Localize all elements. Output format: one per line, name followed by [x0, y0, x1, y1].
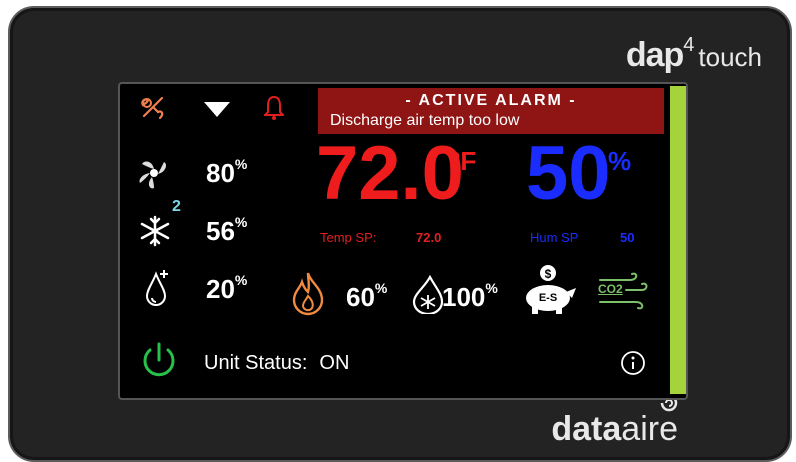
dehum-unit: %: [485, 280, 498, 296]
brand-maker-light: aire: [621, 410, 678, 448]
svg-text:$: $: [545, 267, 552, 281]
power-icon[interactable]: [138, 340, 180, 382]
fan-value: 80: [206, 158, 235, 188]
cooling-value: 56: [206, 216, 235, 246]
unit-status-label: Unit Status:: [204, 352, 308, 374]
fan-icon[interactable]: [136, 156, 172, 190]
temperature-value[interactable]: 72.0: [316, 136, 464, 212]
humidifier-unit: %: [234, 272, 248, 288]
brand-maker-bold: data: [551, 410, 622, 448]
temp-sp-label: Temp SP:: [320, 230, 377, 245]
brand-dap: dap: [625, 36, 684, 74]
alarm-title: - ACTIVE ALARM -: [405, 92, 577, 109]
dataaire-brand: dataaire: [551, 412, 678, 446]
humidifier-drop-icon[interactable]: [144, 268, 172, 308]
co2-wind-icon[interactable]: CO2: [596, 272, 648, 310]
cooling-stage: 2: [172, 198, 181, 215]
humidity-value[interactable]: 50: [526, 136, 611, 212]
dap4-touch-logo: dap4 touch: [625, 34, 762, 75]
alarm-bell-icon[interactable]: [264, 94, 284, 122]
dropdown-arrow-icon[interactable]: [204, 102, 230, 118]
status-bar-green: [670, 86, 686, 394]
temperature-unit: °F: [450, 146, 477, 176]
temp-sp-value[interactable]: 72.0: [416, 230, 441, 245]
touch-screen: - ACTIVE ALARM - Discharge air temp too …: [118, 82, 688, 400]
brand-version: 4: [683, 34, 695, 56]
hum-sp-label: Hum SP: [530, 230, 579, 245]
snowflake-icon[interactable]: [138, 214, 172, 248]
cooling-unit: %: [234, 214, 248, 230]
heat-value: 60: [346, 282, 375, 312]
humidifier-value-wrap: 20%: [206, 272, 248, 305]
economizer-piggy-icon[interactable]: $ E-S: [522, 264, 578, 316]
dehum-value: 100: [442, 282, 486, 312]
info-icon[interactable]: [620, 350, 646, 376]
fan-unit: %: [234, 156, 248, 172]
co2-label: CO2: [598, 282, 623, 296]
economizer-label: E-S: [538, 292, 558, 304]
cooling-value-wrap: 56%: [206, 214, 248, 247]
humidity-unit: %: [608, 146, 632, 176]
dehum-value-wrap: 100%: [442, 280, 498, 313]
alarm-message: Discharge air temp too low: [330, 112, 520, 129]
fan-speed-value: 80%: [206, 156, 248, 189]
unit-status: Unit Status: ON: [204, 352, 349, 375]
unit-status-value: ON: [319, 352, 350, 374]
heat-unit: %: [374, 280, 388, 296]
hum-sp-value[interactable]: 50: [620, 230, 634, 245]
active-alarm-banner[interactable]: - ACTIVE ALARM - Discharge air temp too …: [318, 88, 664, 134]
humidifier-value: 20: [206, 274, 235, 304]
brand-touch: touch: [698, 42, 762, 72]
economizer-piggy-graphic: $: [526, 265, 576, 314]
heat-value-wrap: 60%: [346, 280, 388, 313]
flame-icon[interactable]: [288, 270, 328, 316]
maintenance-icon[interactable]: [138, 94, 166, 122]
